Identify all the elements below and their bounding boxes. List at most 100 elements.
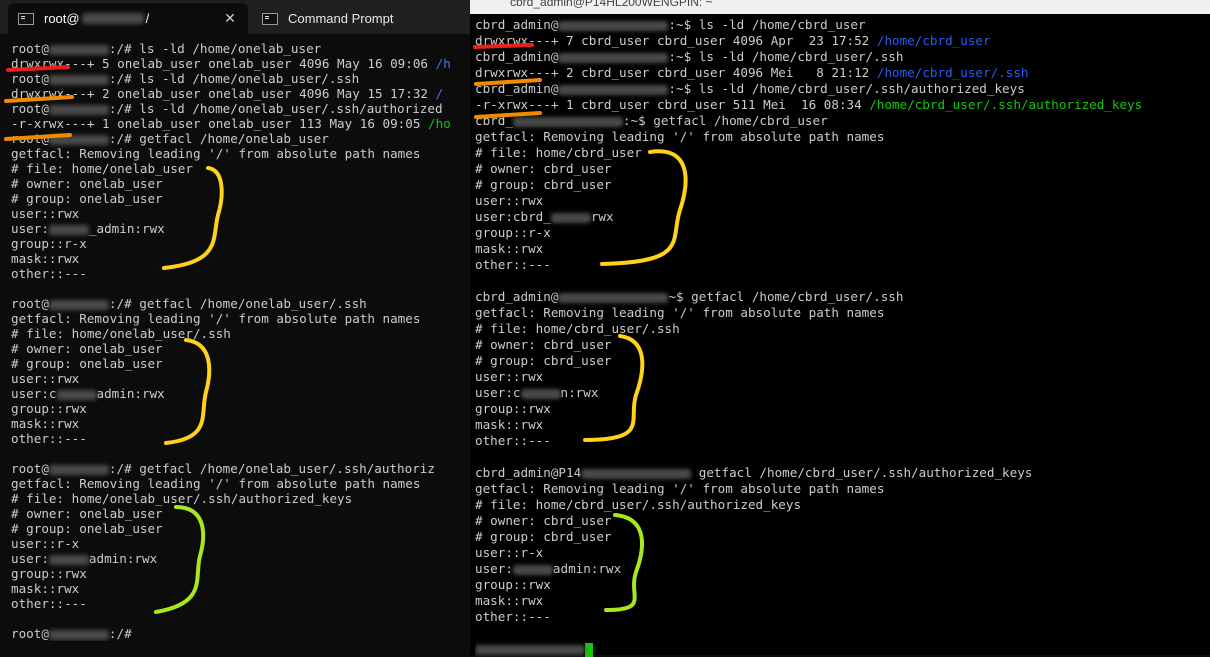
terminal-line: group::rwx [11,401,470,416]
terminal-line: # owner: cbrd_user [475,513,1210,529]
terminal-line: # owner: onelab_user [11,506,470,521]
prompt-user: cbrd_admin@ [475,81,559,96]
redacted-username [48,554,89,565]
output-text: user: [11,551,49,566]
tab-command-prompt[interactable]: Command Prompt [252,3,467,34]
output-text: # owner: cbrd_user [475,337,612,352]
terminal-line: user: admin:rwx [11,551,470,566]
output-text: # group: onelab_user [11,191,163,206]
output-text: # file: home/onelab_user/.ssh/authorized… [11,491,353,506]
prompt-user: cbrd_admin@ [475,289,559,304]
terminal-line: cbrd_admin@:~$ ls -ld /home/cbrd_user [475,17,1210,33]
output-text: getfacl: Removing leading '/' from absol… [475,305,885,320]
output-text: getfacl: Removing leading '/' from absol… [11,146,421,161]
output-text: other::--- [475,609,551,624]
path-highlight: /home/cbrd_user/.ssh/authorized_keys [869,97,1143,112]
output-text: other::--- [11,431,87,446]
prompt-path: :/# [108,626,140,641]
output-text: user::rwx [11,371,80,386]
terminal-line: root@:/# ls -ld /home/onelab_user [11,41,470,56]
output-text: user:c [475,385,521,400]
tab-label: Command Prompt [288,11,394,26]
output-text: mask::rwx [475,593,544,608]
output-text: other::--- [475,257,551,272]
tab-root-shell[interactable]: root@ / ✕ [8,3,248,34]
redacted-username [512,564,553,575]
terminal-line: user: _admin:rwx [11,221,470,236]
terminal-line: mask::rwx [475,241,1210,257]
terminal-line: other::--- [11,266,470,281]
output-text: user::rwx [475,193,544,208]
redacted-hostname [48,44,109,55]
output-text: group::rwx [11,566,87,581]
output-text: user::r-x [475,545,544,560]
close-tab-icon[interactable]: ✕ [222,10,238,26]
terminal-line: getfacl: Removing leading '/' from absol… [475,129,1210,145]
terminal-line: user:cbrd_ rwx [475,209,1210,225]
output-text: # owner: cbrd_user [475,513,612,528]
prompt-path: :~$ [668,49,699,64]
output-text: # owner: cbrd_user [475,161,612,176]
output-text: n:rwx [560,385,599,400]
output-text: user:cbrd_ [475,209,551,224]
command-text: getfacl /home/onelab_user/.ssh/authoriz [139,461,435,476]
tab-label-suffix: / [145,11,150,26]
prompt-path: :/# [108,461,140,476]
prompt-path [691,465,699,480]
terminal-line: mask::rwx [11,581,470,596]
output-text: getfacl: Removing leading '/' from absol… [11,476,421,491]
redacted-hostname [558,52,669,63]
terminal-line: mask::rwx [11,416,470,431]
output-text: user::rwx [11,206,80,221]
command-text: ls -ld /home/onelab_user/.ssh [139,71,360,86]
prompt-user: root@ [11,131,49,146]
redacted-hostname [558,84,669,95]
redacted-hostname [48,74,109,85]
command-text: ls -ld /home/onelab_user [139,41,322,56]
output-text: other::--- [11,596,87,611]
terminal-line: root@:/# ls -ld /home/onelab_user/.ssh [11,71,470,86]
output-text: getfacl: Removing leading '/' from absol… [475,129,885,144]
path-highlight: /h [435,56,451,71]
output-text: _admin:rwx [88,221,165,236]
terminal-line: # owner: onelab_user [11,176,470,191]
terminal-line: # file: home/onelab_user/.ssh/authorized… [11,491,470,506]
prompt-path: :~$ [622,113,654,128]
terminal-line: # file: home/cbrd_user [475,145,1210,161]
output-text: drwxrwx---+ 7 cbrd_user cbrd_user 4096 A… [475,33,877,48]
output-text: mask::rwx [475,417,544,432]
redacted-hostname [48,104,109,115]
terminal-line: cbrd_admin@:~$ ls -ld /home/cbrd_user/.s… [475,81,1210,97]
terminal-cursor [585,642,593,657]
terminal-line: cbrd_admin@ ~$ getfacl /home/cbrd_user/.s… [475,289,1210,305]
right-terminal-window[interactable]: cbrd_admin@P14HL200WENGPIN: ~ cbrd_admin… [470,0,1210,657]
terminal-line: # owner: cbrd_user [475,161,1210,177]
output-text: user::rwx [475,369,544,384]
output-text: admin:rwx [88,551,158,566]
terminal-output[interactable]: cbrd_admin@:~$ ls -ld /home/cbrd_user drw… [475,17,1210,657]
redacted-hostname [558,20,669,31]
output-text: # group: onelab_user [11,356,163,371]
terminal-line: # owner: onelab_user [11,341,470,356]
terminal-output[interactable]: root@:/# ls -ld /home/onelab_user drwxrwx… [11,41,470,641]
prompt-user: root@ [11,626,49,641]
terminal-line: other::--- [475,609,1210,625]
tab-bar: root@ / ✕ Command Prompt [0,0,470,34]
redacted-hostname [48,134,109,145]
path-highlight: /home/cbrd_user [876,33,991,48]
output-text: getfacl: Removing leading '/' from absol… [475,481,885,496]
terminal-line: # group: onelab_user [11,191,470,206]
output-text: # file: home/cbrd_user/.ssh/authorized_k… [475,497,802,512]
terminal-line: -r-xrwx---+ 1 cbrd_user cbrd_user 511 Me… [475,97,1210,113]
prompt-user: cbrd_admin@ [475,17,559,32]
prompt-path: :/# [108,71,140,86]
left-terminal-window[interactable]: root@ / ✕ Command Prompt root@:/# ls -ld… [0,0,470,655]
output-text: group::rwx [475,577,551,592]
terminal-line: drwxrwx---+ 5 onelab_user onelab_user 40… [11,56,470,71]
command-text: ls -ld /home/cbrd_user/.ssh/authorized_k… [698,81,1025,96]
terminal-line: user:c admin:rwx [11,386,470,401]
prompt-user: root@ [11,296,49,311]
